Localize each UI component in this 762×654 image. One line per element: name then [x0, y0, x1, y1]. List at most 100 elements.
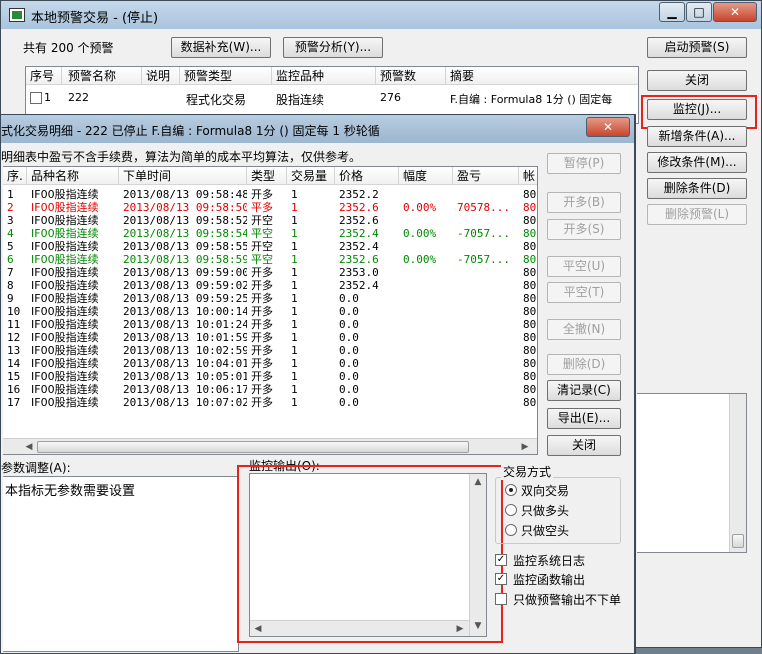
cell-type: 开多	[251, 279, 273, 292]
col-header[interactable]: 帐	[519, 167, 538, 185]
cell-qty: 1	[291, 279, 298, 292]
close-short-button[interactable]: 平空(U)	[547, 256, 621, 277]
radio-button[interactable]	[505, 484, 517, 496]
table-row[interactable]: 11 IF00股指连续 2013/08/13 10:01:24 开多 1 0.0 80	[3, 318, 537, 331]
col-header[interactable]: 下单时间	[119, 167, 247, 185]
cell-price: 2352.4	[339, 240, 379, 253]
close-long-button[interactable]: 平空(T)	[547, 282, 621, 303]
cell-acct: 80	[523, 396, 537, 409]
cell-acct: 80	[523, 318, 537, 331]
radio-button[interactable]	[505, 504, 517, 516]
row-variety: 股指连续	[276, 93, 325, 107]
table-row[interactable]: 10 IF00股指连续 2013/08/13 10:00:14 开多 1 0.0 80	[3, 305, 537, 318]
col-header[interactable]: 交易量	[287, 167, 335, 185]
cell-name: IF00股指连续	[31, 357, 99, 370]
vertical-scrollbar[interactable]	[729, 394, 746, 552]
detail-close-button[interactable]: 关闭	[547, 435, 621, 456]
minimize-button[interactable]: ▁	[659, 2, 685, 22]
table-row[interactable]: 5 IF00股指连续 2013/08/13 09:58:55 开空 1 2352.4 80	[3, 240, 537, 253]
col-header[interactable]: 说明	[142, 67, 180, 85]
col-header[interactable]: 序.	[3, 167, 27, 185]
cell-no: 11	[7, 318, 21, 331]
col-header[interactable]: 预警数	[376, 67, 446, 85]
table-row[interactable]: 4 IF00股指连续 2013/08/13 09:58:54 平空 1 2352.4 0.0…	[3, 227, 537, 240]
cell-time: 2013/08/13 10:02:59	[123, 344, 247, 357]
cell-range: 0.00%	[403, 227, 437, 240]
detail-close-window-button[interactable]: ✕	[586, 117, 630, 137]
cell-acct: 80	[523, 357, 537, 370]
table-row[interactable]: 1 IF00股指连续 2013/08/13 09:58:48 开多 1 2352.2 80	[3, 188, 537, 201]
detail-titlebar[interactable]: 式化交易明细 - 222 已停止 F.自编 : Formula8 1分 () 固…	[1, 115, 634, 143]
table-row[interactable]: 1 222 程式化交易 股指连续 276 F.自编 : Formula8 1分 …	[26, 89, 638, 107]
close-window-button[interactable]: ✕	[713, 2, 757, 22]
main-close-button[interactable]: 关闭	[647, 70, 747, 91]
alert-count-label: 共有 200 个预警	[23, 41, 114, 55]
horizontal-scrollbar[interactable]: ◀ ▶	[3, 438, 537, 454]
col-header[interactable]: 盈亏	[453, 167, 519, 185]
checkbox[interactable]: ✓	[495, 554, 507, 566]
col-header[interactable]: 序号	[26, 67, 62, 85]
cell-time: 2013/08/13 09:58:50	[123, 201, 247, 214]
table-row[interactable]: 17 IF00股指连续 2013/08/13 10:07:02 开多 1 0.0 80	[3, 396, 537, 409]
main-titlebar[interactable]: 本地预警交易 - (停止) ▁ □ ✕	[1, 1, 761, 29]
table-row[interactable]: 3 IF00股指连续 2013/08/13 09:58:52 开空 1 2352.6 80	[3, 214, 537, 227]
scroll-left-icon[interactable]: ◀	[23, 441, 35, 453]
maximize-button[interactable]: □	[686, 2, 712, 22]
close-all-button[interactable]: 全撤(N)	[547, 319, 621, 340]
add-condition-button[interactable]: 新增条件(A)...	[647, 126, 747, 147]
table-row[interactable]: 7 IF00股指连续 2013/08/13 09:59:00 开多 1 2353.0 80	[3, 266, 537, 279]
delete-alert-button[interactable]: 删除预警(L)	[647, 204, 747, 225]
row-checkbox[interactable]	[30, 92, 42, 104]
open-long-button[interactable]: 开多(B)	[547, 192, 621, 213]
col-header[interactable]: 摘要	[446, 67, 640, 85]
start-alert-button[interactable]: 启动预警(S)	[647, 37, 747, 58]
cell-time: 2013/08/13 10:06:17	[123, 383, 247, 396]
checkbox[interactable]	[495, 593, 507, 605]
alert-analysis-button[interactable]: 预警分析(Y)...	[283, 37, 383, 58]
col-header[interactable]: 品种名称	[27, 167, 119, 185]
table-row[interactable]: 13 IF00股指连续 2013/08/13 10:02:59 开多 1 0.0 80	[3, 344, 537, 357]
scrollbar-thumb[interactable]	[732, 534, 744, 548]
modify-condition-button[interactable]: 修改条件(M)...	[647, 152, 747, 173]
table-row[interactable]: 8 IF00股指连续 2013/08/13 09:59:02 开多 1 2352.4 80	[3, 279, 537, 292]
table-row[interactable]: 16 IF00股指连续 2013/08/13 10:06:17 开多 1 0.0 80	[3, 383, 537, 396]
cell-time: 2013/08/13 10:01:59	[123, 331, 247, 344]
param-label: 参数调整(A):	[1, 461, 71, 475]
checkbox-label: 只做预警输出不下单	[513, 593, 622, 607]
scroll-right-icon[interactable]: ▶	[519, 441, 531, 453]
cell-acct: 80	[523, 214, 537, 227]
open-short-button[interactable]: 开多(S)	[547, 219, 621, 240]
param-text: 本指标无参数需要设置	[5, 484, 136, 499]
col-header[interactable]: 预警名称	[64, 67, 142, 85]
cell-qty: 1	[291, 305, 298, 318]
col-header[interactable]: 类型	[247, 167, 287, 185]
scrollbar-thumb[interactable]	[37, 441, 469, 453]
cell-no: 10	[7, 305, 21, 318]
col-header[interactable]: 预警类型	[180, 67, 272, 85]
col-header[interactable]: 幅度	[399, 167, 453, 185]
export-button[interactable]: 导出(E)...	[547, 408, 621, 429]
table-row[interactable]: 6 IF00股指连续 2013/08/13 09:58:59 平空 1 2352.6 0.0…	[3, 253, 537, 266]
param-textarea[interactable]: 本指标无参数需要设置	[3, 476, 239, 652]
cell-no: 5	[7, 240, 14, 253]
cell-qty: 1	[291, 266, 298, 279]
cell-name: IF00股指连续	[31, 331, 99, 344]
table-row[interactable]: 14 IF00股指连续 2013/08/13 10:04:01 开多 1 0.0 80	[3, 357, 537, 370]
table-row[interactable]: 9 IF00股指连续 2013/08/13 09:59:25 开多 1 0.0 80	[3, 292, 537, 305]
cell-qty: 1	[291, 188, 298, 201]
clear-records-button[interactable]: 清记录(C)	[547, 380, 621, 401]
cell-type: 开多	[251, 305, 273, 318]
cell-no: 1	[7, 188, 14, 201]
table-row[interactable]: 2 IF00股指连续 2013/08/13 09:58:50 平多 1 2352.6 0.0…	[3, 201, 537, 214]
pause-button[interactable]: 暂停(P)	[547, 153, 621, 174]
col-header[interactable]: 监控品种	[272, 67, 376, 85]
checkbox[interactable]: ✓	[495, 573, 507, 585]
cell-name: IF00股指连续	[31, 214, 99, 227]
data-supplement-button[interactable]: 数据补充(W)...	[171, 37, 271, 58]
table-row[interactable]: 15 IF00股指连续 2013/08/13 10:05:01 开多 1 0.0 80	[3, 370, 537, 383]
col-header[interactable]: 价格	[335, 167, 399, 185]
delete-button[interactable]: 删除(D)	[547, 354, 621, 375]
table-row[interactable]: 12 IF00股指连续 2013/08/13 10:01:59 开多 1 0.0 80	[3, 331, 537, 344]
radio-button[interactable]	[505, 524, 517, 536]
delete-condition-button[interactable]: 删除条件(D)	[647, 178, 747, 199]
